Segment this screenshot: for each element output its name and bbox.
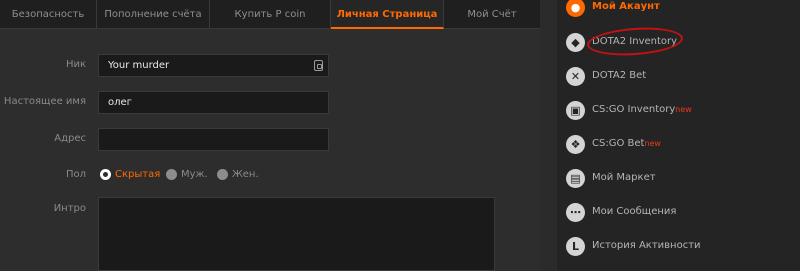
gender-female-label: Жен. (232, 169, 259, 180)
new-badge: new (675, 105, 692, 114)
nick-value: Your murder (108, 60, 170, 71)
tab-security[interactable]: Безопасность (0, 0, 97, 29)
sidebar-item-label: Мой Маркет (592, 172, 656, 183)
address-field[interactable] (98, 128, 329, 151)
cube-icon: ▣ (566, 101, 585, 120)
gender-male-label: Муж. (181, 169, 208, 180)
sidebar-item-my-market[interactable]: ▤ Мой Маркет (557, 161, 800, 195)
gender-hidden-label: Скрытая (115, 169, 161, 180)
radio-dot-icon (100, 169, 111, 180)
sidebar: ● Мой Акаунт ◆ DOTA2 Inventory ✕ DOTA2 B… (557, 0, 800, 271)
sidebar-item-activity-history[interactable]: L История Активности (557, 229, 800, 263)
tab-my-account[interactable]: Мой Счёт (444, 0, 540, 29)
radio-dot-icon (217, 169, 228, 180)
realname-label: Настоящее имя (3, 96, 86, 107)
lock-icon[interactable] (314, 60, 323, 71)
new-badge: new (644, 139, 661, 148)
sidebar-item-label: CS:GO Betnew (592, 138, 661, 149)
runner-icon: ❖ (566, 135, 585, 154)
realname-field[interactable]: олег (98, 91, 329, 114)
radio-dot-icon (166, 169, 177, 180)
nick-field[interactable]: Your murder (98, 54, 329, 77)
sidebar-item-dota2-bet[interactable]: ✕ DOTA2 Bet (557, 59, 800, 93)
tab-topup[interactable]: Пополнение счёта (97, 0, 210, 29)
tab-bar: Безопасность Пополнение счёта Купить Р c… (0, 0, 540, 29)
intro-label: Интро (53, 203, 86, 214)
chat-icon: ⋯ (566, 203, 585, 222)
sidebar-item-label: Мой Акаунт (592, 1, 660, 12)
swords-icon: ✕ (566, 67, 585, 86)
realname-value: олег (108, 97, 132, 108)
sidebar-item-dota2-inventory[interactable]: ◆ DOTA2 Inventory (557, 24, 800, 59)
sidebar-item-csgo-inventory[interactable]: ▣ CS:GO Inventorynew (557, 93, 800, 127)
tab-personal-page[interactable]: Личная Страница (331, 0, 444, 29)
sidebar-item-label: CS:GO Inventorynew (592, 104, 692, 115)
sidebar-item-my-messages[interactable]: ⋯ Мои Сообщения (557, 195, 800, 229)
intro-textarea[interactable] (98, 197, 495, 271)
sidebar-item-label: История Активности (592, 240, 701, 251)
dota-icon: ◆ (566, 33, 585, 52)
sidebar-item-label: DOTA2 Bet (592, 70, 647, 81)
sidebar-item-label: DOTA2 Inventory (592, 36, 678, 47)
sidebar-item-label: Мои Сообщения (592, 206, 677, 217)
history-icon: L (566, 237, 585, 256)
sidebar-item-my-account[interactable]: ● Мой Акаунт (557, 0, 800, 24)
profile-panel: Безопасность Пополнение счёта Купить Р c… (0, 0, 540, 271)
tab-buy-coin[interactable]: Купить Р coin (210, 0, 331, 29)
gender-row: Пол Скрытая Муж. Жен. (0, 169, 540, 183)
address-label: Адрес (54, 133, 86, 144)
sidebar-item-csgo-bet[interactable]: ❖ CS:GO Betnew (557, 127, 800, 161)
user-icon: ● (566, 0, 585, 17)
basket-icon: ▤ (566, 169, 585, 188)
nick-label: Ник (65, 59, 86, 70)
gender-label: Пол (65, 169, 86, 180)
